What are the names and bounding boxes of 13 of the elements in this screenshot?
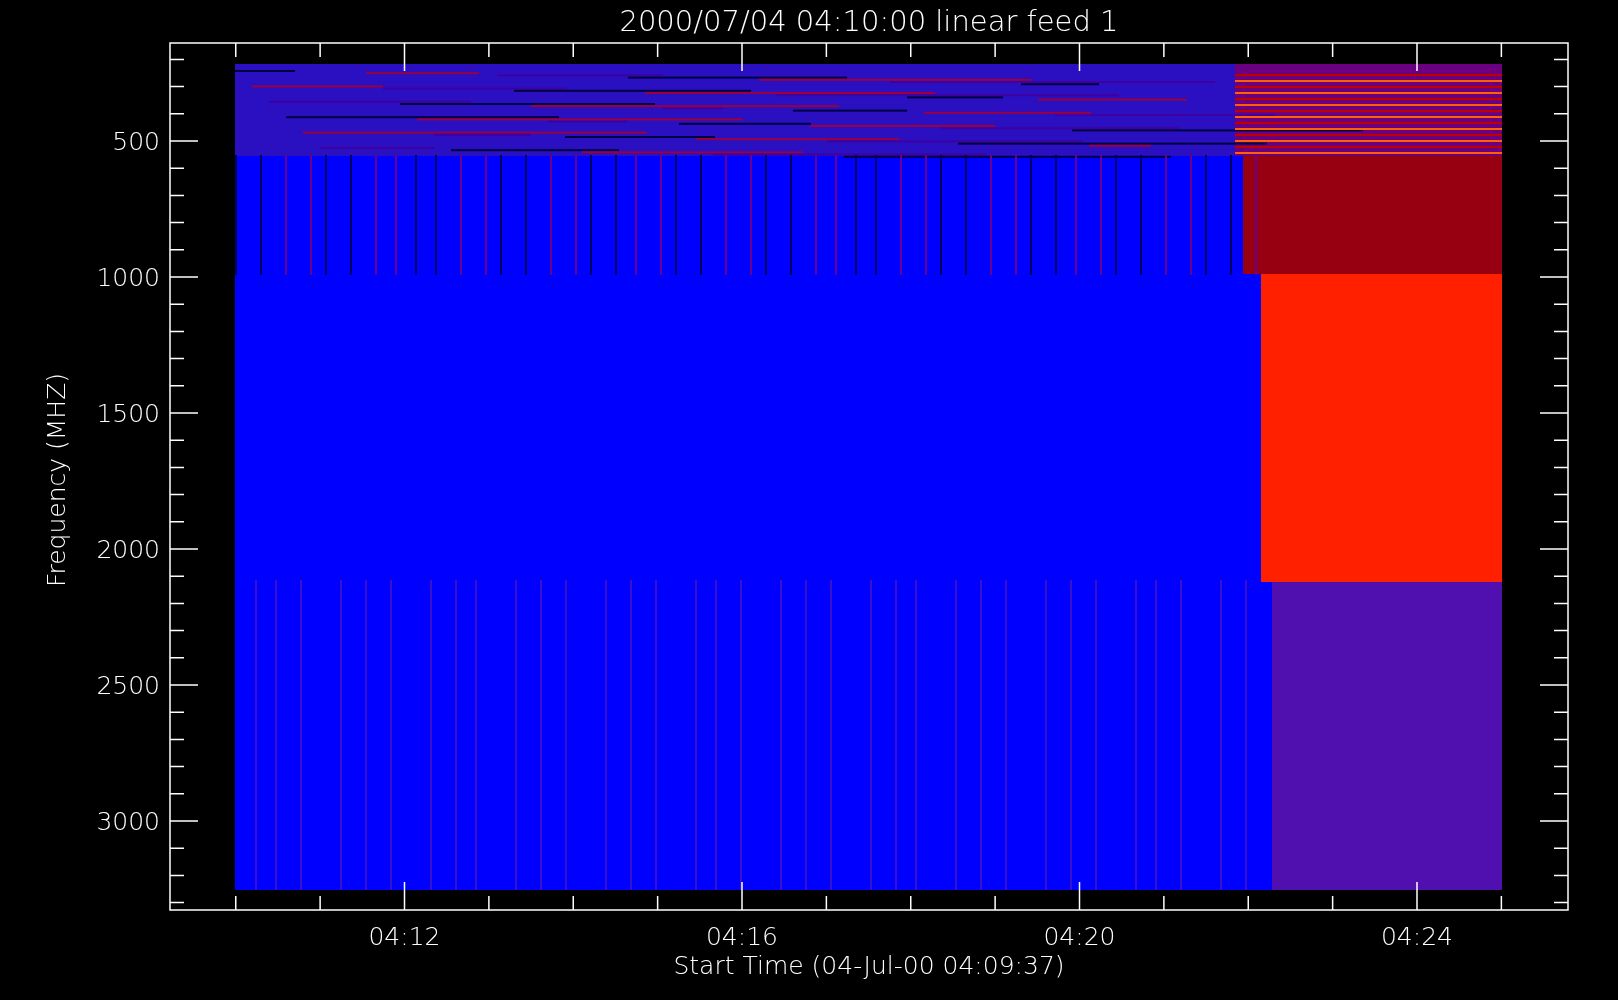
tick-label: 04:24 [1381, 922, 1453, 951]
y-axis-label: Frequency (MHZ) [42, 372, 71, 588]
tick-label: 04:12 [368, 922, 441, 951]
tick-label: 2500 [96, 671, 160, 700]
tick-label: 04:20 [1043, 922, 1116, 951]
tick-label: 1500 [96, 399, 160, 428]
tick-label: 1000 [96, 263, 160, 292]
tick-label: 04:16 [706, 922, 778, 951]
x-axis-label: Start Time (04-Jul-00 04:09:37) [673, 951, 1065, 980]
tick-label: 3000 [96, 807, 160, 836]
plot-title: 2000/07/04 04:10:00 linear feed 1 [619, 4, 1119, 38]
tick-label: 500 [112, 127, 160, 156]
tick-label: 2000 [96, 535, 160, 564]
